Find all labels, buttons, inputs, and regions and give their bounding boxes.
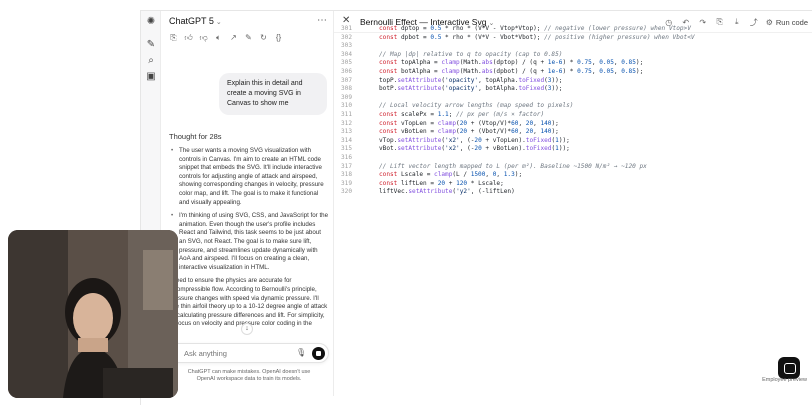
code-line: 313 const vBotLen = clamp(20 + (Vbot/V)*6…	[334, 128, 812, 137]
code-line: 305 const topAlpha = clamp(Math.abs(dptop…	[334, 59, 812, 68]
line-number: 312	[340, 119, 352, 127]
code-line: 301 const dptop = 0.5 * rho * (V*V - Vtop…	[334, 25, 812, 34]
share-icon[interactable]: ↗	[229, 33, 238, 45]
code-text: botP.setAttribute('opacity', botAlpha.to…	[379, 85, 563, 93]
code-text: liftVec.setAttribute('y2', (-liftLen)	[379, 188, 515, 196]
code-line: 315 vBot.setAttribute('x2', (-20 + vBotLe…	[334, 145, 812, 154]
code-text: const dptop = 0.5 * rho * (V*V - Vtop*Vt…	[379, 25, 691, 32]
line-number: 301	[340, 25, 352, 32]
line-number: 320	[340, 188, 352, 196]
line-number: 305	[340, 59, 352, 67]
code-line: 317 // Lift vector length mapped to L (pe…	[334, 163, 812, 172]
code-text: const Lscale = clamp(L / 1500, 0, 1.3);	[379, 171, 523, 179]
code-line: 319 const liftLen = 20 + 120 * Lscale;	[334, 180, 812, 189]
code-line: 308 botP.setAttribute('opacity', botAlpha…	[334, 85, 812, 94]
code-text: // Local velocity arrow lengths (map spe…	[379, 102, 574, 110]
code-line: 306 const botAlpha = clamp(Math.abs(dpbot…	[334, 68, 812, 77]
library-icon[interactable]: ▣	[145, 71, 157, 83]
copy-icon[interactable]: ⎘	[169, 33, 178, 45]
line-number: 318	[340, 171, 352, 179]
chat-input-bar: + 🎙︎	[165, 343, 329, 363]
model-selector[interactable]: ChatGPT 5 ⌄	[169, 16, 222, 26]
microphone-icon[interactable]: 🎙︎	[296, 348, 306, 357]
code-line: 302 const dpbot = 0.5 * rho * (V*V - Vbot…	[334, 34, 812, 43]
code-line: 304 // Map |dp| relative to q to opacity …	[334, 51, 812, 60]
line-number: 308	[340, 85, 352, 93]
webcam-person-icon	[8, 230, 178, 398]
chatgpt-window: ✺ ✎ ⌕ ▣ ChatGPT 5 ⌄ ⋯ ⎘ 👍︎ 👎︎ 🔈︎ ↗ ✎ ↻ {}	[140, 10, 812, 405]
reasoning-paragraph: I need to ensure the physics are accurat…	[169, 277, 328, 328]
code-text: const vTopLen = clamp(20 + (Vtop/V)*60, …	[379, 119, 559, 127]
code-text: // Lift vector length mapped to L (per m…	[379, 162, 647, 170]
line-number: 316	[340, 153, 352, 161]
speaker-icon[interactable]: 🔈︎	[214, 33, 223, 45]
user-message: Explain this in detail and create a movi…	[219, 73, 327, 115]
code-line: 314 vTop.setAttribute('x2', (-20 + vTopLe…	[334, 137, 812, 146]
regenerate-icon[interactable]: ↻	[259, 33, 268, 45]
message-actions: ⎘ 👍︎ 👎︎ 🔈︎ ↗ ✎ ↻ {}	[169, 33, 283, 45]
code-line: 318 const Lscale = clamp(L / 1500, 0, 1.3…	[334, 171, 812, 180]
line-number: 306	[340, 67, 352, 75]
more-options-icon[interactable]: ⋯	[317, 15, 327, 26]
chat-toggle-button[interactable]	[778, 357, 800, 379]
code-line: 303	[334, 42, 812, 51]
line-number: 311	[340, 110, 352, 118]
line-number: 303	[340, 42, 352, 50]
thumbs-down-icon[interactable]: 👎︎	[199, 33, 208, 45]
canvas-panel: ✕ Bernoulli Effect — Interactive Svg ⌄ ◷ …	[333, 11, 812, 396]
reasoning-list: The user wants a moving SVG visualizatio…	[169, 147, 329, 329]
model-name: ChatGPT 5	[169, 16, 214, 26]
chatgpt-logo-icon[interactable]: ✺	[145, 16, 157, 28]
stop-button[interactable]	[312, 347, 325, 360]
code-editor[interactable]: 301 const dptop = 0.5 * rho * (V*V - Vtop…	[334, 25, 812, 197]
code-icon[interactable]: {}	[274, 33, 283, 45]
line-number: 302	[340, 33, 352, 41]
disclaimer: ChatGPT can make mistakes. OpenAI doesn'…	[187, 369, 311, 382]
line-number: 310	[340, 102, 352, 110]
line-number: 319	[340, 179, 352, 187]
code-line: 320 liftVec.setAttribute('y2', (-liftLen)	[334, 188, 812, 197]
line-number: 304	[340, 50, 352, 58]
line-number: 314	[340, 136, 352, 144]
code-line: 311 const scalePx = 1.1; // px per (m/s ×…	[334, 111, 812, 120]
code-line: 310 // Local velocity arrow lengths (map …	[334, 102, 812, 111]
code-text: topP.setAttribute('opacity', topAlpha.to…	[379, 76, 563, 84]
code-text: const vBotLen = clamp(20 + (Vbot/V)*60, …	[379, 128, 559, 136]
list-item: The user wants a moving SVG visualizatio…	[169, 147, 329, 207]
edit-icon[interactable]: ✎	[145, 39, 157, 51]
code-text: const scalePx = 1.1; // px per (m/s × fa…	[379, 110, 545, 118]
code-line: 316	[334, 154, 812, 163]
line-number: 307	[340, 76, 352, 84]
list-item: I'm thinking of using SVG, CSS, and Java…	[169, 212, 329, 272]
chat-input[interactable]	[184, 349, 274, 358]
line-number: 315	[340, 145, 352, 153]
app-root: ✺ ✎ ⌕ ▣ ChatGPT 5 ⌄ ⋯ ⎘ 👍︎ 👎︎ 🔈︎ ↗ ✎ ↻ {}	[0, 0, 812, 405]
code-text: const topAlpha = clamp(Math.abs(dptop) /…	[379, 59, 644, 67]
thumbs-up-icon[interactable]: 👍︎	[184, 33, 193, 45]
webcam-overlay	[8, 230, 178, 398]
code-text: vBot.setAttribute('x2', (-20 + vBotLen).…	[379, 145, 570, 153]
code-text: vTop.setAttribute('x2', (-20 + vTopLen).…	[379, 136, 570, 144]
line-number: 313	[340, 128, 352, 136]
thought-label[interactable]: Thought for 28s	[169, 132, 222, 141]
chat-panel: ChatGPT 5 ⌄ ⋯ ⎘ 👍︎ 👎︎ 🔈︎ ↗ ✎ ↻ {} Explain…	[161, 11, 333, 396]
code-text: const botAlpha = clamp(Math.abs(dpbot) /…	[379, 67, 644, 75]
code-text: const liftLen = 20 + 120 * Lscale;	[379, 179, 504, 187]
edit-icon[interactable]: ✎	[244, 33, 253, 45]
employee-preview-label: Employee preview	[762, 377, 807, 383]
line-number: 309	[340, 93, 352, 101]
scroll-down-icon[interactable]: ↓	[241, 323, 253, 335]
search-icon[interactable]: ⌕	[145, 55, 157, 67]
code-line: 312 const vTopLen = clamp(20 + (Vtop/V)*6…	[334, 120, 812, 129]
chevron-down-icon: ⌄	[215, 19, 222, 26]
chat-header: ChatGPT 5 ⌄ ⋯	[161, 11, 333, 33]
code-text: const dpbot = 0.5 * rho * (V*V - Vbot*Vb…	[379, 33, 695, 41]
code-line: 307 topP.setAttribute('opacity', topAlpha…	[334, 77, 812, 86]
code-text: // Map |dp| relative to q to opacity (ca…	[379, 50, 563, 58]
line-number: 317	[340, 162, 352, 170]
